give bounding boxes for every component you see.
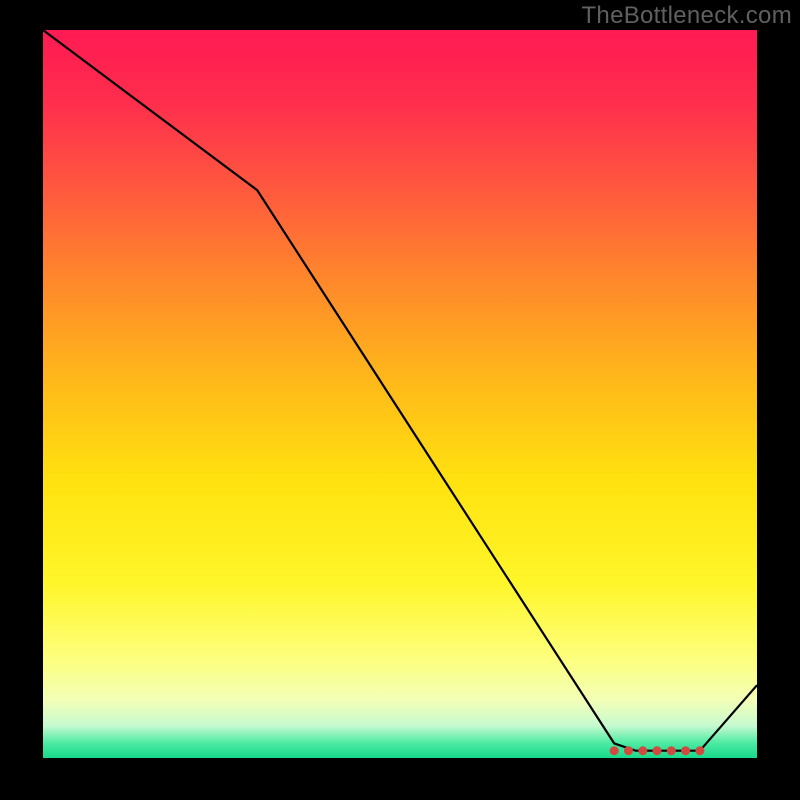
marker-dot [610,746,619,755]
chart-frame: TheBottleneck.com [0,0,800,800]
watermark-text: TheBottleneck.com [581,2,792,30]
bottleneck-curve [43,30,757,751]
marker-dot [667,746,676,755]
marker-dot [695,746,704,755]
curve-layer [43,30,757,758]
marker-dot [653,746,662,755]
marker-dot [624,746,633,755]
plot-area [43,30,757,758]
marker-dot [681,746,690,755]
marker-dot [638,746,647,755]
